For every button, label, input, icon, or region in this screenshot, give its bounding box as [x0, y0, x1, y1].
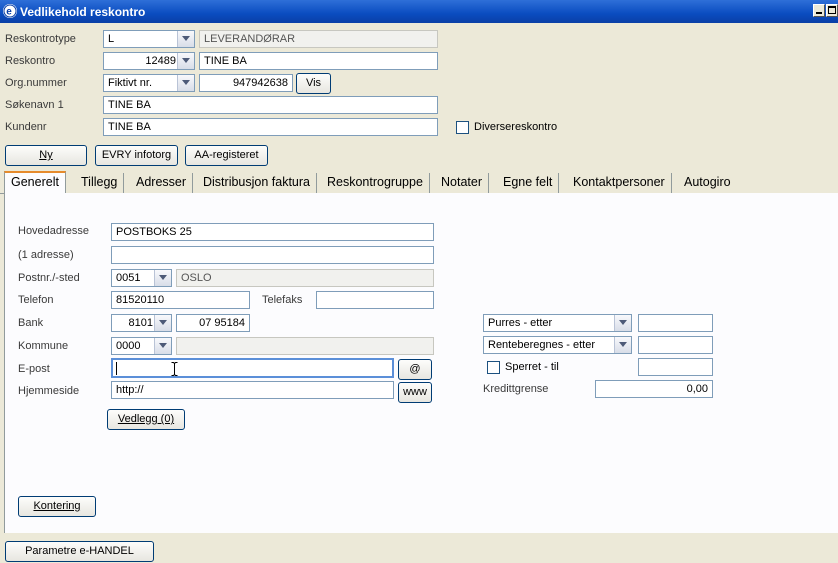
- reskontrotype-label: Reskontrotype: [5, 33, 76, 45]
- ibeam-cursor-icon: [171, 362, 178, 376]
- chevron-down-icon[interactable]: [614, 315, 631, 331]
- orgnummer-type-select[interactable]: Fiktivt nr.: [103, 74, 195, 92]
- kundenr-label: Kundenr: [5, 121, 47, 133]
- text-cursor: [116, 362, 117, 375]
- reskontrotype-select[interactable]: L: [103, 30, 195, 48]
- kundenr-field[interactable]: TINE BA: [103, 118, 438, 136]
- adresse1-label: (1 adresse): [18, 249, 74, 261]
- sperret-checkbox[interactable]: [487, 361, 500, 374]
- reskontro-label: Reskontro: [5, 55, 56, 67]
- tab-notater[interactable]: Notater: [435, 173, 489, 193]
- ny-button[interactable]: Ny: [5, 145, 87, 166]
- vis-button[interactable]: Vis: [296, 73, 331, 94]
- orgnummer-field[interactable]: 947942638: [199, 74, 293, 92]
- sperret-label: Sperret - til: [505, 361, 559, 373]
- reskontrotype-description: LEVERANDØRAR: [199, 30, 438, 48]
- hovedadresse-field[interactable]: POSTBOKS 25: [111, 223, 434, 241]
- renteberegnes-select[interactable]: Renteberegnes - etter: [483, 336, 632, 354]
- purres-select[interactable]: Purres - etter: [483, 314, 632, 332]
- tab-autogiro[interactable]: Autogiro: [678, 173, 737, 193]
- renteberegnes-field[interactable]: [638, 336, 713, 354]
- hjemmeside-field[interactable]: http://: [111, 381, 394, 399]
- tab-kontaktpersoner[interactable]: Kontaktpersoner: [567, 173, 672, 193]
- epost-label: E-post: [18, 363, 50, 375]
- hovedadresse-label: Hovedadresse: [18, 225, 89, 237]
- parametre-ehandel-button[interactable]: Parametre e-HANDEL: [5, 541, 154, 562]
- chevron-down-icon[interactable]: [154, 270, 171, 286]
- orgnummer-label: Org.nummer: [5, 77, 67, 89]
- kredittgrense-label: Kredittgrense: [483, 383, 549, 395]
- chevron-down-icon[interactable]: [177, 53, 194, 69]
- maximize-button[interactable]: [826, 4, 838, 17]
- evry-infotorg-button[interactable]: EVRY infotorg: [95, 145, 178, 166]
- diversereskontro-checkbox[interactable]: [456, 121, 469, 134]
- telefon-label: Telefon: [18, 294, 54, 306]
- poststed-field: OSLO: [176, 269, 434, 287]
- title-bar: e Vedlikehold reskontro: [0, 0, 838, 23]
- tab-egne-felt[interactable]: Egne felt: [497, 173, 560, 193]
- chevron-down-icon[interactable]: [614, 337, 631, 353]
- purres-field[interactable]: [638, 314, 713, 332]
- chevron-down-icon[interactable]: [154, 315, 171, 331]
- window-title: Vedlikehold reskontro: [20, 5, 146, 19]
- email-at-button[interactable]: @: [398, 359, 432, 380]
- diversereskontro-label: Diversereskontro: [474, 121, 558, 133]
- telefaks-label: Telefaks: [262, 294, 303, 306]
- telefon-field[interactable]: 81520110: [111, 291, 250, 309]
- sperret-til-field[interactable]: [638, 358, 713, 376]
- hjemmeside-label: Hjemmeside: [18, 385, 80, 397]
- chevron-down-icon[interactable]: [177, 75, 194, 91]
- adresse1-field[interactable]: [111, 246, 434, 264]
- vedlegg-button[interactable]: Vedlegg (0): [107, 409, 185, 430]
- chevron-down-icon[interactable]: [177, 31, 194, 47]
- postnr-label: Postnr./-sted: [18, 272, 80, 284]
- postnr-select[interactable]: 0051: [111, 269, 172, 287]
- kredittgrense-field[interactable]: 0,00: [595, 380, 713, 398]
- reskontro-name-field[interactable]: TINE BA: [199, 52, 438, 70]
- reskontro-select[interactable]: 12489: [103, 52, 195, 70]
- kommune-label: Kommune: [18, 340, 69, 352]
- www-button[interactable]: www: [398, 382, 432, 403]
- telefaks-field[interactable]: [316, 291, 434, 309]
- sokenavn-field[interactable]: TINE BA: [103, 96, 438, 114]
- aa-registeret-button[interactable]: AA-registeret: [185, 145, 268, 166]
- chevron-down-icon[interactable]: [154, 338, 171, 354]
- bank-label: Bank: [18, 317, 44, 329]
- bank-konto-field[interactable]: 07 95184: [176, 314, 250, 332]
- tab-reskontrogruppe[interactable]: Reskontrogruppe: [321, 173, 430, 193]
- tab-tillegg[interactable]: Tillegg: [75, 173, 125, 193]
- bank-select[interactable]: 8101: [111, 314, 172, 332]
- epost-field[interactable]: [111, 358, 394, 378]
- app-icon: e: [3, 4, 17, 18]
- sokenavn-label: Søkenavn 1: [5, 99, 64, 111]
- tab-bar: Generelt Tillegg Adresser Distribusjon f…: [0, 171, 838, 196]
- kommune-select[interactable]: 0000: [111, 337, 172, 355]
- minimize-button[interactable]: [813, 4, 825, 17]
- tab-adresser[interactable]: Adresser: [130, 173, 194, 193]
- kommune-name-field: [176, 337, 434, 355]
- tab-distribusjon-faktura[interactable]: Distribusjon faktura: [197, 173, 317, 193]
- svg-text:e: e: [6, 7, 12, 18]
- kontering-button[interactable]: Kontering: [18, 496, 96, 517]
